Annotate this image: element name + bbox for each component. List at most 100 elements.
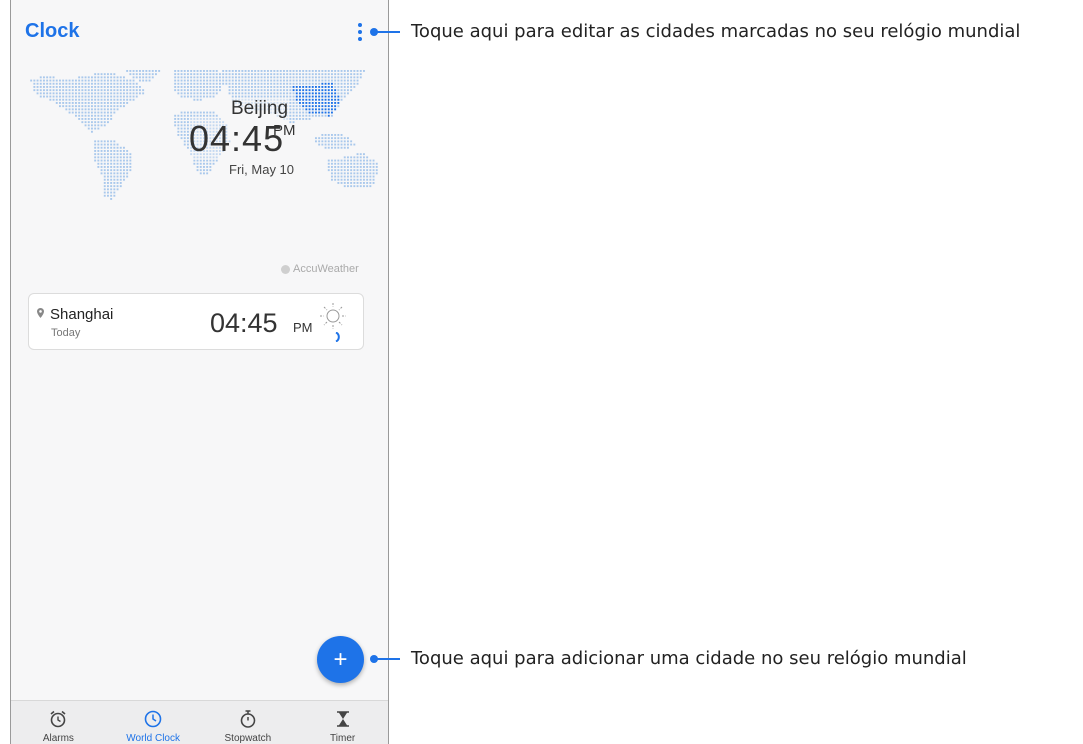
map-dot xyxy=(100,82,103,85)
map-dot xyxy=(257,89,260,92)
map-dot xyxy=(327,166,330,168)
map-dot xyxy=(196,114,199,117)
map-dot xyxy=(347,146,349,149)
map-dot xyxy=(123,92,125,95)
map-dot xyxy=(129,169,132,172)
map-dot xyxy=(190,73,193,76)
map-dot xyxy=(206,92,209,95)
map-dot xyxy=(68,82,71,85)
map-dot xyxy=(289,102,292,104)
map-dot xyxy=(308,111,311,114)
map-dot xyxy=(81,105,84,108)
map-dot xyxy=(273,82,276,85)
map-dot xyxy=(318,82,321,85)
map-dot xyxy=(225,76,228,79)
map-dot xyxy=(331,159,333,162)
map-dot xyxy=(180,118,183,120)
map-dot xyxy=(110,169,113,172)
map-dot xyxy=(206,166,209,168)
map-dot xyxy=(135,76,138,79)
map-dot xyxy=(263,86,266,88)
map-dot xyxy=(199,92,202,95)
map-dot xyxy=(295,118,298,120)
map-dot xyxy=(158,70,161,72)
map-dot xyxy=(97,162,100,165)
map-dot xyxy=(78,79,81,82)
map-dot xyxy=(113,172,116,175)
map-dot xyxy=(81,121,84,124)
map-dot xyxy=(343,175,346,178)
map-dot xyxy=(148,70,151,72)
tab-alarms[interactable]: Alarms xyxy=(11,701,106,744)
map-dot xyxy=(331,172,333,175)
map-dot xyxy=(126,95,129,98)
map-dot xyxy=(299,73,301,76)
tab-stopwatch[interactable]: Stopwatch xyxy=(201,701,296,744)
map-dot xyxy=(347,162,349,165)
map-dot xyxy=(343,89,346,92)
map-dot xyxy=(257,73,260,76)
map-dot xyxy=(337,175,340,178)
map-dot xyxy=(347,182,349,184)
add-city-button[interactable]: + xyxy=(317,636,364,683)
map-dot xyxy=(193,162,196,165)
map-dot xyxy=(65,79,68,82)
map-dot xyxy=(327,143,330,146)
map-dot xyxy=(183,137,186,140)
tab-world-clock[interactable]: World Clock xyxy=(106,701,201,744)
map-dot xyxy=(299,79,301,82)
tab-timer[interactable]: Timer xyxy=(295,701,388,744)
map-dot xyxy=(193,73,196,76)
map-dot xyxy=(129,166,132,168)
map-dot xyxy=(113,175,116,178)
map-dot xyxy=(180,86,183,88)
map-dot xyxy=(199,70,202,72)
map-dot xyxy=(318,70,321,72)
map-dot xyxy=(318,86,321,88)
map-dot xyxy=(94,159,97,162)
map-dot xyxy=(270,79,273,82)
map-dot xyxy=(337,102,340,104)
map-dot xyxy=(139,76,141,79)
more-options-button[interactable] xyxy=(351,20,369,44)
map-dot xyxy=(119,98,122,101)
map-dot xyxy=(75,95,77,98)
weather-provider-label: AccuWeather xyxy=(293,263,359,275)
map-dot xyxy=(43,82,45,85)
map-dot xyxy=(276,76,279,79)
map-dot xyxy=(206,89,209,92)
map-dot xyxy=(84,86,87,88)
map-dot xyxy=(212,73,215,76)
map-dot xyxy=(347,175,349,178)
map-dot xyxy=(340,143,343,146)
map-dot xyxy=(75,92,77,95)
map-dot xyxy=(273,70,276,72)
map-dot xyxy=(199,73,202,76)
map-dot xyxy=(119,92,122,95)
city-card[interactable]: Shanghai Today 04:45 PM xyxy=(28,293,364,350)
map-dot xyxy=(107,194,109,197)
map-dot xyxy=(110,194,113,197)
map-dot xyxy=(238,86,241,88)
map-dot xyxy=(254,82,257,85)
map-dot xyxy=(87,82,90,85)
map-dot xyxy=(215,86,218,88)
map-dot xyxy=(187,82,189,85)
map-dot xyxy=(212,79,215,82)
map-dot xyxy=(327,89,330,92)
map-dot xyxy=(292,70,295,72)
map-dot xyxy=(142,79,145,82)
map-dot xyxy=(343,82,346,85)
map-dot xyxy=(81,82,84,85)
map-dot xyxy=(283,89,285,92)
map-dot xyxy=(337,182,340,184)
map-dot xyxy=(340,140,343,143)
map-dot xyxy=(187,70,189,72)
map-dot xyxy=(340,86,343,88)
map-dot xyxy=(203,76,205,79)
map-dot xyxy=(318,140,321,143)
map-dot xyxy=(91,95,93,98)
map-dot xyxy=(91,82,93,85)
map-dot xyxy=(302,92,305,95)
map-dot xyxy=(359,153,362,156)
